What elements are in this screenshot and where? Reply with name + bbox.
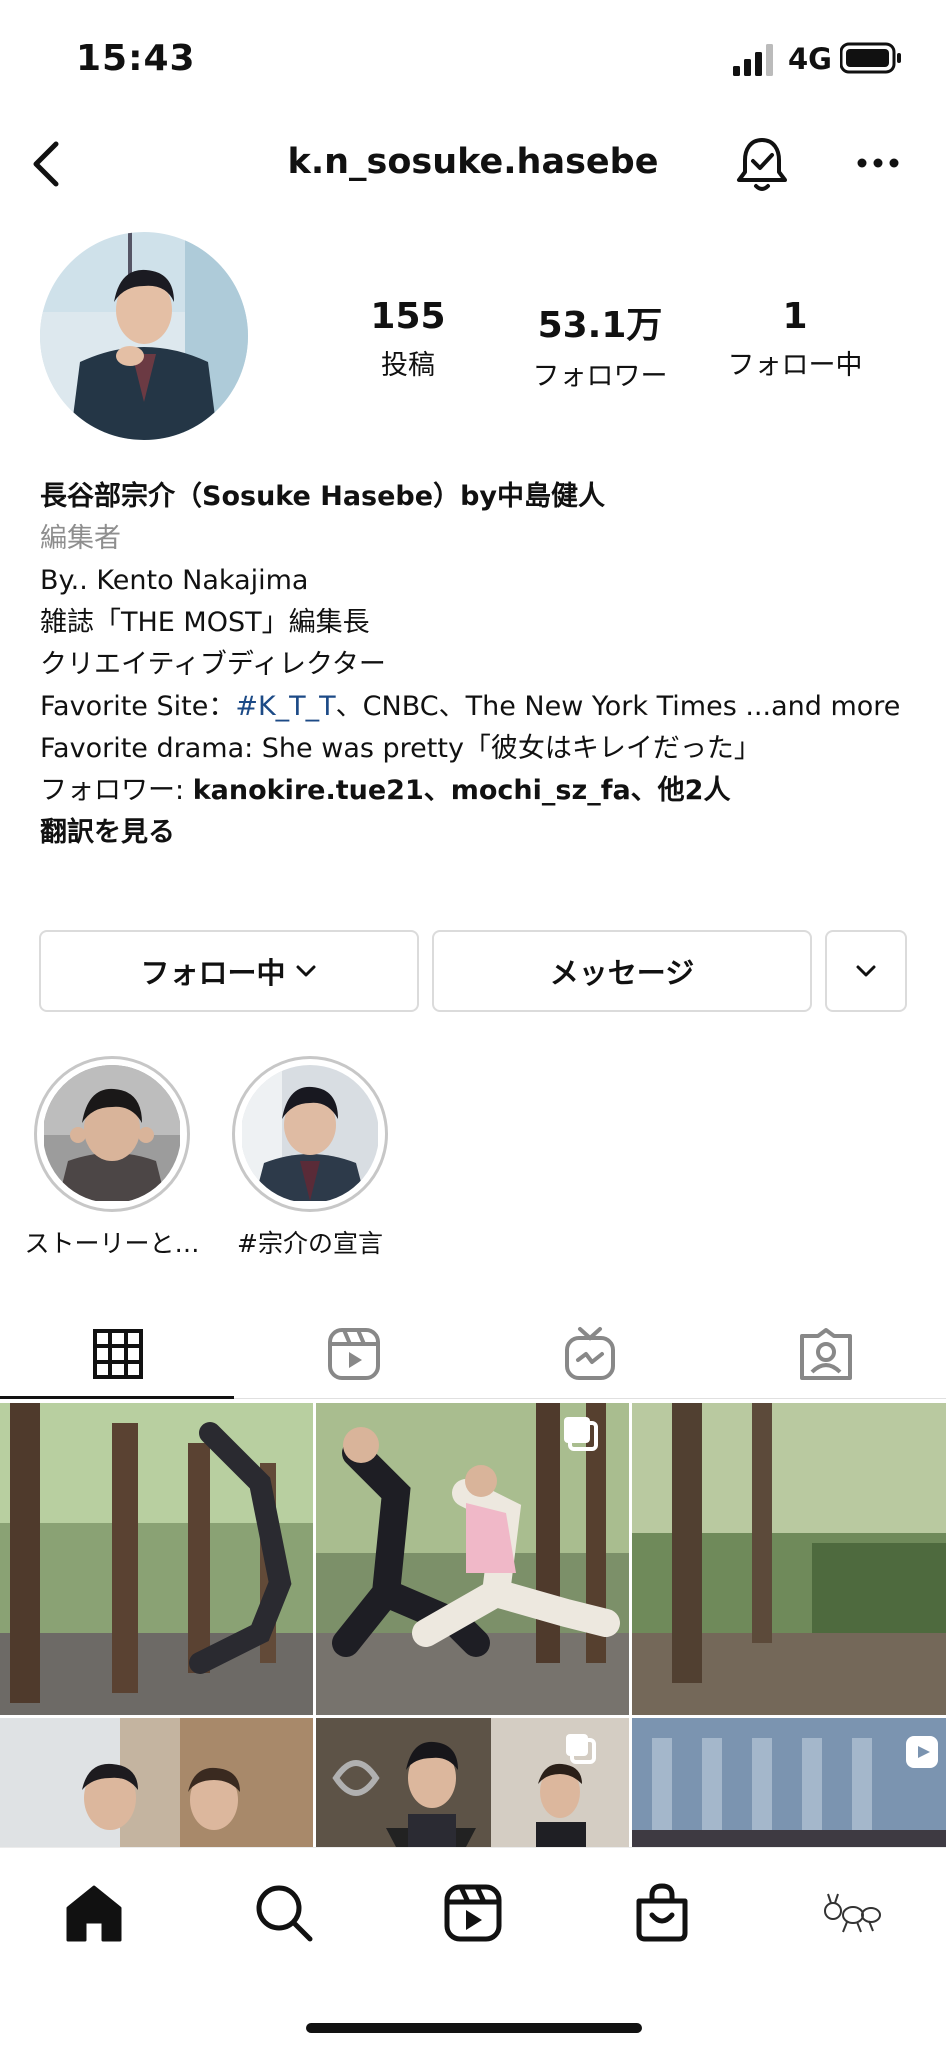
- post-thumbnail[interactable]: [632, 1403, 946, 1715]
- profile-icon: [824, 1893, 881, 1933]
- following-button-label: フォロー中: [140, 956, 286, 990]
- hashtag-link[interactable]: #K_T_T: [235, 691, 335, 722]
- highlight-thumbnail: [241, 1065, 379, 1203]
- post-thumbnail[interactable]: [0, 1403, 313, 1715]
- more-options-icon[interactable]: [856, 152, 900, 174]
- signal-icon: [733, 44, 773, 76]
- notification-bell-icon[interactable]: [734, 134, 790, 194]
- bottom-navigation: [0, 1847, 946, 2048]
- posts-label: 投稿: [381, 350, 435, 381]
- site-prefix: Favorite Site：: [40, 691, 236, 722]
- shop-icon: [636, 1883, 688, 1942]
- profile-tabs: [0, 1306, 946, 1402]
- reels-icon: [444, 1884, 502, 1942]
- profile-header: k.n_sosuke.hasebe: [0, 130, 946, 200]
- following-count: 1: [782, 296, 808, 337]
- header-username: k.n_sosuke.hasebe: [287, 142, 659, 182]
- nav-home[interactable]: [59, 1878, 129, 1948]
- followers-count: 53.1万: [537, 305, 663, 346]
- nav-profile[interactable]: [816, 1878, 886, 1948]
- message-button-label: メッセージ: [549, 956, 695, 990]
- network-type: 4G: [788, 42, 832, 76]
- see-translation-link[interactable]: 翻訳を見る: [40, 812, 910, 854]
- bio-line: By.. Kento Nakajima: [40, 565, 309, 596]
- highlight-ring: [34, 1056, 190, 1212]
- followed-by-suffix: 、他2人: [630, 775, 731, 806]
- highlight-caption: #宗介の宣言: [237, 1229, 383, 1258]
- highlight-caption: ストーリーと…: [24, 1229, 200, 1258]
- post-thumbnail[interactable]: [0, 1718, 313, 1847]
- stat-followers[interactable]: 53.1万 フォロワー: [510, 296, 690, 393]
- story-highlight[interactable]: #宗介の宣言: [232, 1056, 388, 1260]
- chevron-down-icon: [296, 965, 315, 977]
- following-button[interactable]: フォロー中: [39, 930, 419, 1012]
- nav-reels[interactable]: [438, 1878, 508, 1948]
- bio-line: Favorite drama: She was pretty「彼女はキレイだった…: [40, 733, 761, 764]
- tab-posts-grid[interactable]: [0, 1306, 236, 1402]
- igtv-icon: [565, 1327, 615, 1380]
- search-icon: [256, 1885, 313, 1942]
- reels-icon: [328, 1328, 380, 1380]
- profile-avatar[interactable]: [40, 232, 248, 440]
- post-thumbnail[interactable]: [316, 1403, 629, 1715]
- nav-search[interactable]: [249, 1878, 319, 1948]
- followers-label: フォロワー: [532, 361, 668, 392]
- status-time: 15:43: [76, 38, 196, 79]
- posts-count: 155: [370, 296, 446, 337]
- bio-line: 雑誌「THE MOST」編集長: [40, 607, 370, 638]
- following-label: フォロー中: [727, 350, 863, 381]
- chevron-down-icon: [856, 965, 876, 977]
- highlight-thumbnail: [43, 1065, 181, 1203]
- home-icon: [66, 1885, 122, 1942]
- grid-icon: [93, 1329, 143, 1379]
- message-button[interactable]: メッセージ: [432, 930, 812, 1012]
- nav-shop[interactable]: [627, 1878, 697, 1948]
- profile-name: 長谷部宗介（Sosuke Hasebe）by中島健人: [40, 481, 605, 512]
- tagged-icon: [800, 1328, 852, 1380]
- site-suffix: 、CNBC、The New York Times ...and more: [335, 691, 901, 722]
- followed-by[interactable]: フォロワー: kanokire.tue21、mochi_sz_fa、他2人: [40, 770, 910, 812]
- home-indicator: [306, 2023, 642, 2033]
- tab-igtv[interactable]: [472, 1306, 708, 1402]
- suggested-accounts-button[interactable]: [825, 930, 907, 1012]
- bio-favorite-site: Favorite Site：#K_T_T、CNBC、The New York T…: [40, 686, 910, 728]
- profile-category: 編集者: [40, 523, 121, 554]
- battery-icon: [840, 42, 901, 74]
- tab-reels[interactable]: [236, 1306, 472, 1402]
- profile-bio: 長谷部宗介（Sosuke Hasebe）by中島健人 編集者 By.. Kent…: [40, 476, 910, 854]
- bio-line: クリエイティブディレクター: [40, 649, 386, 680]
- post-thumbnail[interactable]: [316, 1718, 629, 1847]
- stat-following[interactable]: 1 フォロー中: [705, 296, 885, 382]
- post-thumbnail[interactable]: [632, 1718, 946, 1847]
- highlight-ring: [232, 1056, 388, 1212]
- story-highlight[interactable]: ストーリーと…: [24, 1056, 200, 1260]
- followed-by-prefix: フォロワー:: [40, 775, 193, 806]
- tab-tagged[interactable]: [708, 1306, 944, 1402]
- status-bar: 15:43 4G: [0, 0, 946, 120]
- followed-by-names: kanokire.tue21、mochi_sz_fa: [192, 775, 631, 806]
- stat-posts[interactable]: 155 投稿: [318, 296, 498, 382]
- active-tab-indicator: [0, 1396, 234, 1399]
- posts-grid: [0, 1403, 946, 1847]
